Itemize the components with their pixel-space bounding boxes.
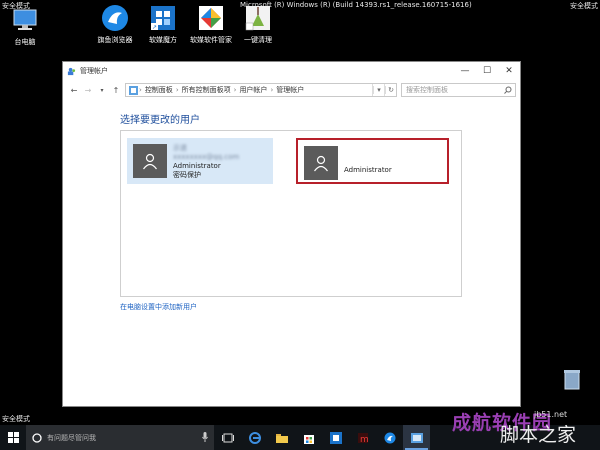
window-titlebar[interactable]: 管理帐户 — ☐ ✕ — [63, 62, 520, 80]
close-icon: ✕ — [505, 66, 513, 76]
page-heading: 选择要更改的用户 — [120, 115, 200, 126]
desktop-icon-computer[interactable]: 台电脑 — [0, 6, 50, 47]
edge-icon — [248, 431, 261, 444]
watermark-site: jb51.net — [534, 410, 568, 419]
taskbar-app-button[interactable]: m — [349, 425, 376, 450]
arrow-up-icon: ↑ — [112, 85, 120, 95]
search-placeholder: 搜索控制面板 — [406, 86, 448, 94]
control-panel-icon — [410, 432, 423, 443]
arrow-left-icon: ← — [70, 85, 78, 95]
app-icon: m — [357, 432, 369, 444]
desktop-icon-browser[interactable]: 旗鱼浏览器 — [90, 4, 140, 45]
arrow-right-icon: → — [84, 85, 92, 95]
chevron-down-icon: ▾ — [373, 86, 384, 94]
desktop-icon-manager[interactable]: 软媒软件管家 — [186, 4, 236, 45]
recycle-bin-icon[interactable] — [562, 368, 582, 390]
windows-logo-icon — [7, 432, 19, 443]
start-button[interactable] — [0, 425, 26, 450]
add-new-user-link[interactable]: 在电脑设置中添加新用户 — [120, 302, 197, 312]
cube-icon: ↗ — [149, 4, 177, 32]
desktop-icon-label: 一键清理 — [244, 36, 272, 44]
manage-accounts-window: 管理帐户 — ☐ ✕ ← → ▾ ↑ › 控制面板 › 所有控制面板项 › 用户… — [62, 61, 521, 407]
taskbar-edge-button[interactable] — [241, 425, 268, 450]
breadcrumb-separator: › — [175, 86, 179, 94]
microphone-icon — [202, 432, 208, 442]
user-accounts-icon — [67, 67, 76, 75]
cube-icon — [329, 431, 342, 444]
window-title: 管理帐户 — [80, 67, 108, 75]
watermark-right: 脚本之家 — [500, 424, 577, 446]
taskbar-control-panel-button[interactable] — [403, 425, 430, 450]
account-tile-user[interactable]: 示道 xxxxxxxx@qq.com Administrator 密码保护 — [127, 138, 273, 184]
computer-icon — [11, 6, 39, 34]
maximize-button[interactable]: ☐ — [476, 62, 498, 80]
refresh-icon: ↻ — [385, 86, 396, 94]
chevron-down-icon: ▾ — [100, 86, 104, 94]
task-view-button[interactable] — [214, 425, 241, 450]
account-email: xxxxxxxx@qq.com — [173, 153, 240, 161]
breadcrumb-control-panel[interactable]: 控制面板 — [145, 85, 173, 95]
browser-icon — [101, 4, 129, 32]
desktop-icon-cleaner[interactable]: 一键清理 — [233, 4, 283, 45]
control-panel-icon — [129, 85, 138, 95]
taskbar-store-button[interactable] — [295, 425, 322, 450]
cortana-placeholder: 有问题尽管问我 — [47, 433, 96, 442]
forward-button[interactable]: → — [81, 83, 95, 97]
up-button[interactable]: ↑ — [109, 83, 123, 97]
breadcrumb-all-items[interactable]: 所有控制面板项 — [182, 85, 231, 95]
desktop-icon-label: 旗鱼浏览器 — [97, 36, 133, 44]
store-icon — [303, 434, 314, 444]
account-protection: 密码保护 — [173, 171, 201, 179]
search-icon — [504, 86, 512, 94]
browser-icon — [384, 432, 395, 443]
desktop-icon-label: 台电脑 — [14, 38, 36, 46]
user-avatar-icon — [304, 146, 338, 180]
address-bar[interactable]: › 控制面板 › 所有控制面板项 › 用户帐户 › 管理帐户 ▾ ↻ — [125, 83, 397, 97]
minimize-button[interactable]: — — [454, 62, 476, 80]
breadcrumb-user-accounts[interactable]: 用户帐户 — [239, 85, 267, 95]
breadcrumb-separator: › — [270, 86, 274, 94]
account-role: Administrator — [173, 162, 221, 170]
back-button[interactable]: ← — [67, 83, 81, 97]
folder-icon — [275, 433, 288, 443]
taskbar-cube-button[interactable] — [322, 425, 349, 450]
search-control-panel-input[interactable]: 搜索控制面板 — [401, 83, 516, 97]
account-role: Administrator — [344, 166, 392, 174]
navigation-bar: ← → ▾ ↑ › 控制面板 › 所有控制面板项 › 用户帐户 › 管理帐户 ▾… — [63, 80, 520, 100]
breadcrumb-manage-accounts[interactable]: 管理帐户 — [276, 85, 304, 95]
desktop-icon-label: 软媒魔方 — [149, 36, 177, 44]
accounts-panel: 示道 xxxxxxxx@qq.com Administrator 密码保护 Ad… — [120, 130, 462, 297]
task-view-icon — [221, 433, 234, 442]
desktop-icon-cube[interactable]: ↗ 软媒魔方 — [138, 4, 188, 45]
recent-locations-button[interactable]: ▾ — [95, 83, 109, 97]
user-avatar-icon — [133, 144, 167, 178]
broom-icon — [244, 4, 272, 32]
svg-text:m: m — [360, 435, 369, 444]
taskbar-explorer-button[interactable] — [268, 425, 295, 450]
cortana-icon — [32, 432, 42, 443]
cortana-search-box[interactable]: 有问题尽管问我 — [26, 425, 214, 450]
manager-icon — [197, 4, 225, 32]
breadcrumb-separator: › — [139, 86, 142, 94]
breadcrumb-separator: › — [233, 86, 237, 94]
refresh-button[interactable]: ↻ — [384, 84, 396, 96]
account-name: 示道 — [173, 144, 187, 152]
svg-text:↗: ↗ — [152, 24, 157, 31]
close-button[interactable]: ✕ — [498, 62, 520, 80]
minimize-icon: — — [460, 66, 470, 76]
address-dropdown-button[interactable]: ▾ — [372, 84, 384, 96]
safe-mode-label-top-right: 安全模式 — [570, 2, 598, 10]
account-tile-administrator[interactable]: Administrator — [296, 138, 449, 184]
safe-mode-label-bottom-left: 安全模式 — [2, 415, 30, 423]
desktop-icon-label: 软媒软件管家 — [190, 36, 232, 44]
taskbar-browser-button[interactable] — [376, 425, 403, 450]
maximize-icon: ☐ — [482, 66, 492, 76]
